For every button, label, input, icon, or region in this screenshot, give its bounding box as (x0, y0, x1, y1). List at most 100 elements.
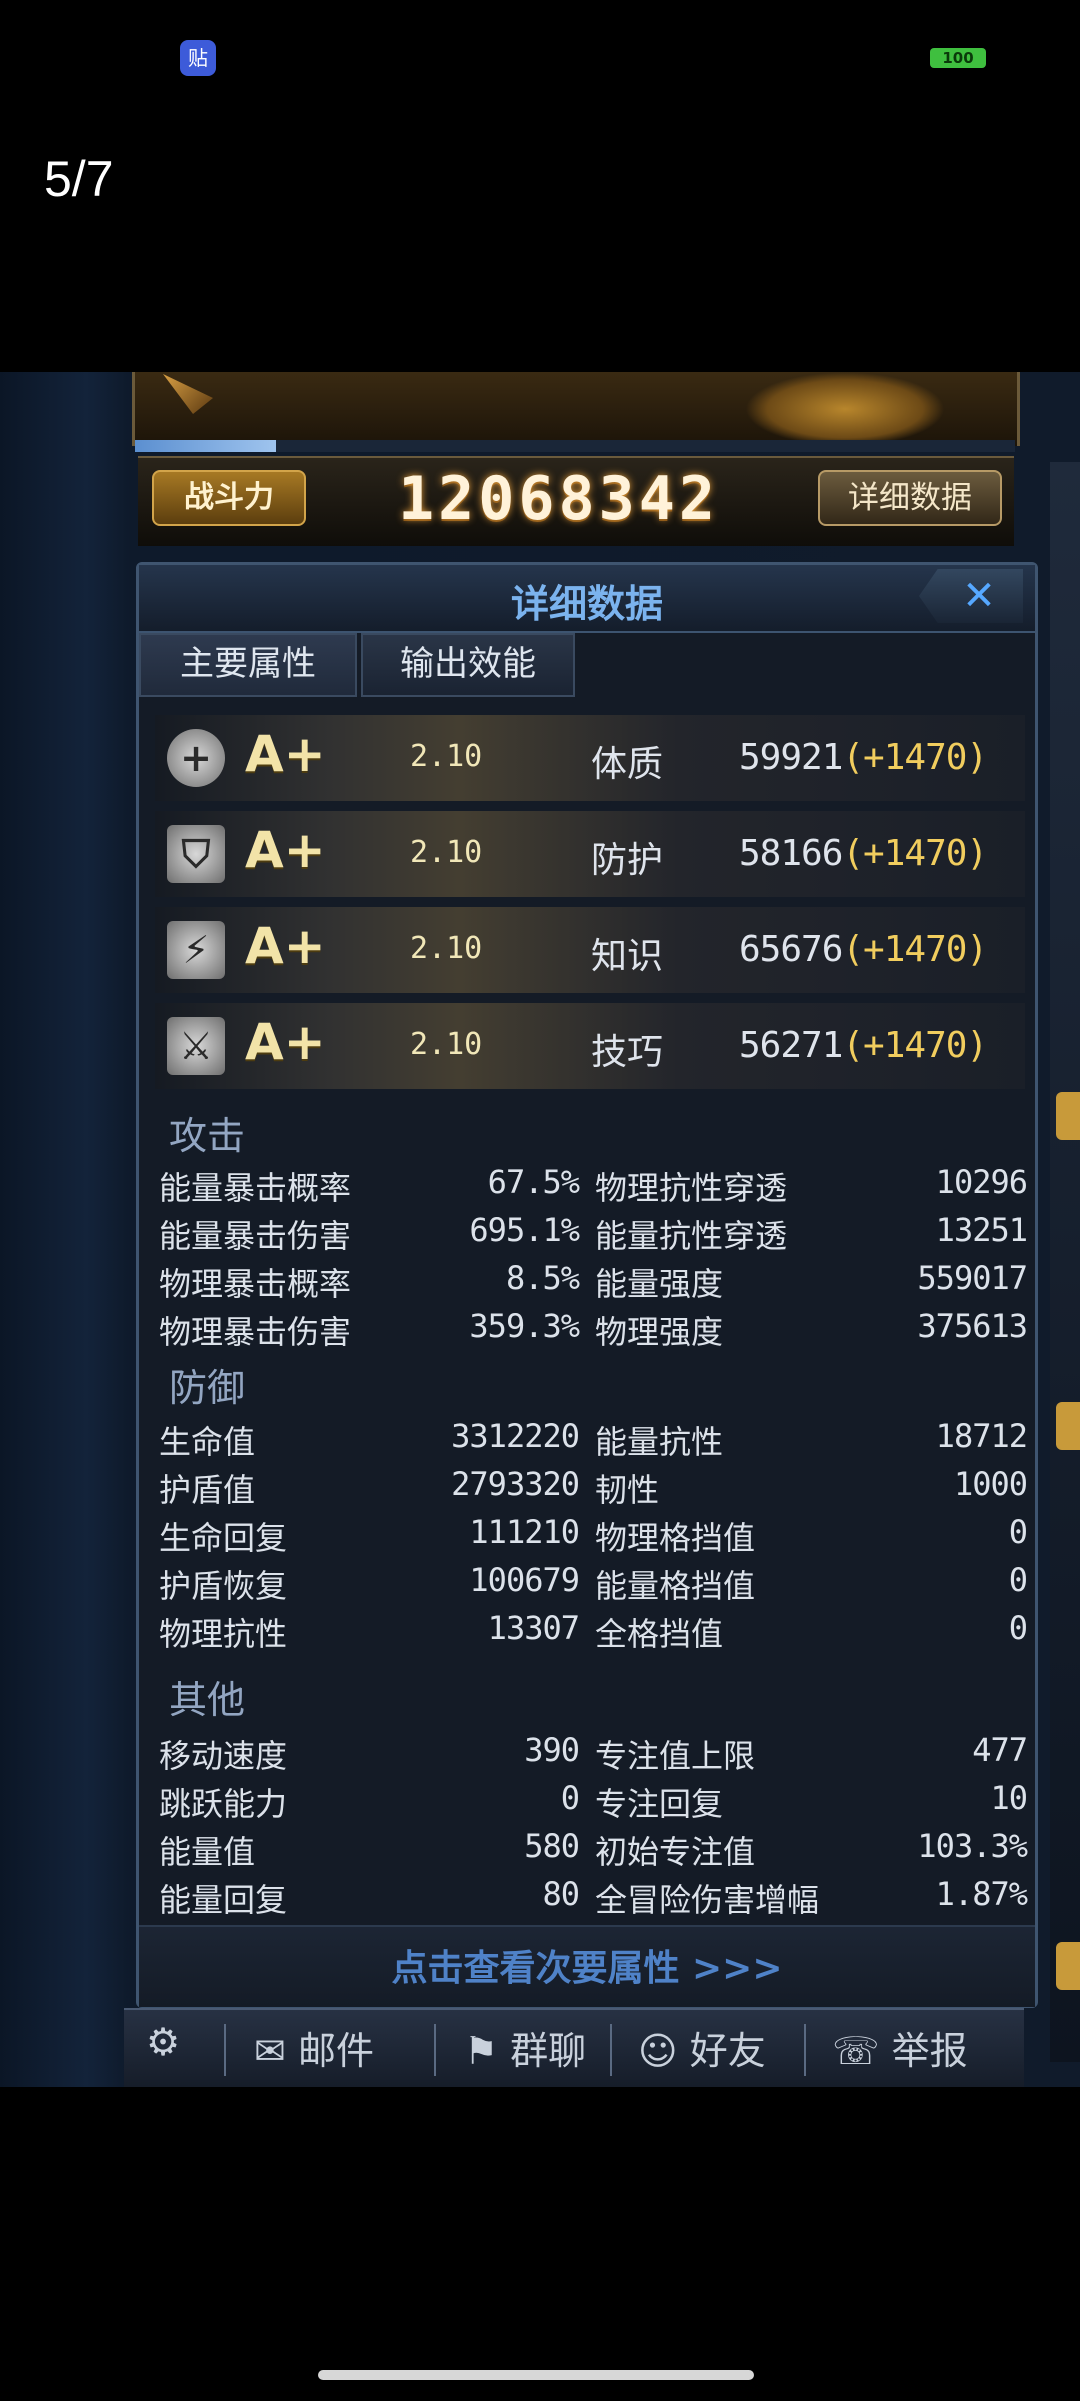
attribute-list: + A+ 2.10 体质 59921(+1470) ⛉ A+ 2.10 防护 5… (155, 715, 1025, 1099)
stat-value: 1.87% (935, 1875, 1028, 1913)
mail-icon: ✉ (254, 2029, 286, 2073)
stat-value: 559017 (917, 1259, 1028, 1297)
attribute-bonus: (+1470) (842, 833, 988, 874)
stat-row: 护盾值 2793320 韧性 1000 (159, 1459, 1028, 1509)
attribute-base: 59921 (739, 737, 843, 778)
attribute-grade: A+ (245, 725, 326, 783)
stat-row: 护盾恢复 100679 能量格挡值 0 (159, 1555, 1028, 1605)
home-indicator[interactable] (318, 2370, 754, 2380)
menu-friends-label: 好友 (689, 2029, 766, 2073)
attribute-grade: A+ (245, 1013, 326, 1071)
stat-value: 477 (972, 1731, 1028, 1769)
crest-emblem-icon (745, 372, 945, 446)
stat-row: 物理抗性 13307 全格挡值 0 (159, 1603, 1028, 1653)
stat-row: 能量暴击概率 67.5% 物理抗性穿透 10296 (159, 1157, 1028, 1207)
attack-stats: 能量暴击概率 67.5% 物理抗性穿透 10296 能量暴击伤害 695.1% … (159, 1157, 1028, 1351)
flag-icon: ⚑ (464, 2029, 499, 2073)
stat-label: 专注回复 (595, 1785, 724, 1823)
close-icon[interactable]: ✕ (949, 569, 1009, 623)
stat-value: 13307 (487, 1609, 580, 1647)
stat-label: 物理暴击伤害 (159, 1313, 352, 1351)
close-button[interactable]: ✕ (919, 569, 1023, 623)
section-title-attack: 攻击 (169, 1114, 246, 1158)
stat-row: 移动速度 390 专注值上限 477 (159, 1725, 1028, 1775)
stat-row: 跳跃能力 0 专注回复 10 (159, 1773, 1028, 1823)
stat-label: 生命回复 (159, 1519, 288, 1557)
stat-value: 0 (560, 1779, 580, 1817)
menu-mail-label: 邮件 (297, 2029, 374, 2073)
stat-row: 物理暴击概率 8.5% 能量强度 559017 (159, 1253, 1028, 1303)
battery-indicator: 100 (930, 48, 986, 68)
stat-value: 0 (1008, 1561, 1028, 1599)
stat-value: 18712 (935, 1417, 1028, 1455)
menu-divider (434, 2024, 436, 2076)
stat-label: 能量抗性 (595, 1423, 724, 1461)
stat-label: 护盾恢复 (159, 1567, 288, 1605)
stat-value: 0 (1008, 1513, 1028, 1551)
stat-row: 物理暴击伤害 359.3% 物理强度 375613 (159, 1301, 1028, 1351)
attribute-multiplier: 2.10 (410, 739, 483, 774)
menu-mail[interactable]: ✉ 邮件 (254, 2020, 374, 2075)
stat-row: 能量值 580 初始专注值 103.3% (159, 1821, 1028, 1871)
stat-label: 跳跃能力 (159, 1785, 288, 1823)
menu-divider (610, 2024, 612, 2076)
menu-divider (224, 2024, 226, 2076)
side-tab (1056, 1092, 1080, 1140)
attribute-base: 58166 (739, 833, 843, 874)
stat-label: 物理格挡值 (595, 1519, 756, 1557)
settings-icon[interactable]: ⚙ (146, 2020, 180, 2064)
attribute-base: 65676 (739, 929, 843, 970)
other-stats: 移动速度 390 专注值上限 477 跳跃能力 0 专注回复 10 能量值 58… (159, 1725, 1028, 1919)
shield-icon: ⛉ (167, 825, 225, 883)
attribute-name: 知识 (591, 936, 664, 977)
stat-label: 物理抗性 (159, 1615, 288, 1653)
attribute-base: 56271 (739, 1025, 843, 1066)
image-counter: 5/7 (44, 151, 114, 207)
attribute-name: 体质 (591, 744, 664, 785)
stat-label: 生命值 (159, 1423, 256, 1461)
stat-label: 物理抗性穿透 (595, 1169, 788, 1207)
stat-row: 生命回复 111210 物理格挡值 0 (159, 1507, 1028, 1557)
tab-main-attributes[interactable]: 主要属性 (139, 633, 357, 697)
stat-value: 1000 (953, 1465, 1028, 1503)
plus-icon: + (167, 729, 225, 787)
tab-output-efficiency[interactable]: 输出效能 (361, 633, 575, 697)
secondary-attributes-link[interactable]: 点击查看次要属性 >>> (139, 1939, 1035, 1991)
detail-data-button[interactable]: 详细数据 (818, 470, 1002, 526)
side-panel-edge (1050, 462, 1080, 2062)
stat-label: 韧性 (595, 1471, 660, 1509)
stat-label: 能量抗性穿透 (595, 1217, 788, 1255)
friends-icon: ☺ (638, 2029, 678, 2073)
panel-title: 详细数据 (510, 582, 663, 626)
experience-bar-fill (135, 440, 276, 452)
attribute-row: ⚡ A+ 2.10 知识 65676(+1470) (155, 907, 1025, 993)
stat-value: 359.3% (469, 1307, 580, 1345)
stat-label: 全格挡值 (595, 1615, 724, 1653)
defense-stats: 生命值 3312220 能量抗性 18712 护盾值 2793320 韧性 10… (159, 1411, 1028, 1653)
attribute-row: ⚔ A+ 2.10 技巧 56271(+1470) (155, 1003, 1025, 1089)
stat-label: 能量格挡值 (595, 1567, 756, 1605)
stat-value: 375613 (917, 1307, 1028, 1345)
menu-report[interactable]: ☏ 举报 (832, 2020, 968, 2075)
menu-group-chat-label: 群聊 (510, 2029, 587, 2073)
stat-value: 103.3% (917, 1827, 1028, 1865)
attribute-row: + A+ 2.10 体质 59921(+1470) (155, 715, 1025, 801)
stat-label: 能量值 (159, 1833, 256, 1871)
attribute-name: 防护 (591, 840, 664, 881)
attribute-value: 58166(+1470) (739, 833, 988, 874)
combat-power-value: 12068342 (398, 464, 719, 534)
stat-label: 能量回复 (159, 1881, 288, 1919)
side-tab (1056, 1402, 1080, 1450)
menu-friends[interactable]: ☺ 好友 (638, 2020, 766, 2075)
experience-bar (135, 440, 1015, 452)
menu-group-chat[interactable]: ⚑ 群聊 (464, 2020, 586, 2075)
stat-label: 能量暴击伤害 (159, 1217, 352, 1255)
stat-value: 390 (524, 1731, 580, 1769)
stat-value: 111210 (469, 1513, 580, 1551)
stat-label: 物理暴击概率 (159, 1265, 352, 1303)
panel-tabs: 主要属性 输出效能 (139, 633, 1035, 697)
attribute-bonus: (+1470) (842, 1025, 988, 1066)
stat-value: 13251 (935, 1211, 1028, 1249)
attribute-name: 技巧 (591, 1032, 664, 1073)
stat-label: 全冒险伤害增幅 (595, 1881, 820, 1919)
